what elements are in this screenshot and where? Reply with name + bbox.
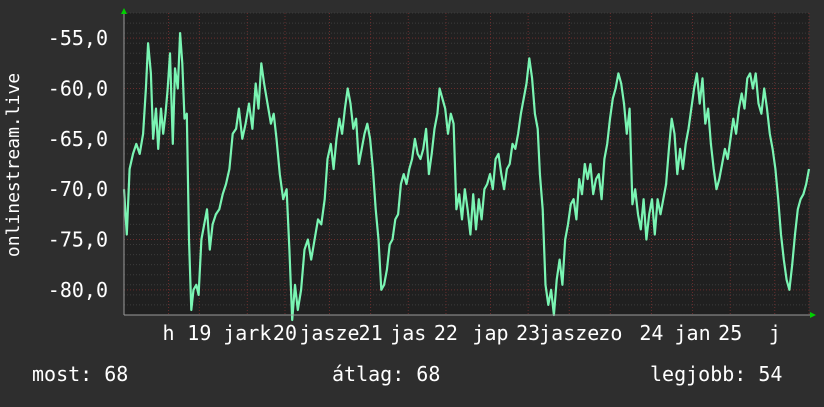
average-stat-label: átlag:	[332, 362, 405, 386]
current-stat: most: 68	[32, 362, 128, 386]
best-stat: legjobb: 54	[650, 362, 782, 386]
x-axis-ticks: h 19 jark 20 jasze21 jas 22 jap 23jaszezo 24 jan 25…	[163, 321, 781, 345]
y-axis-label: onlinestream.live	[3, 73, 24, 257]
y-tick-label: -70,0	[48, 177, 108, 201]
x-tick-label: 22	[434, 321, 458, 345]
x-tick-label: 24	[639, 321, 663, 345]
best-stat-value: 54	[758, 362, 783, 386]
x-tick-label: jas	[390, 321, 426, 345]
y-axis-ticks: -55,0 -60,0 -65,0 -70,0 -75,0 -80,0	[48, 26, 108, 302]
average-stat-value: 68	[416, 362, 441, 386]
average-stat: átlag: 68	[332, 362, 440, 386]
y-tick-label: -65,0	[48, 127, 108, 151]
x-tick-label: j	[769, 321, 781, 345]
best-stat-label: legjobb:	[650, 362, 747, 386]
x-tick-label: h	[163, 321, 175, 345]
x-tick-label: jasze	[539, 321, 599, 345]
x-tick-label: jap	[472, 321, 508, 345]
chart-container: -55,0 -60,0 -65,0 -70,0 -75,0 -80,0 h 19 jark 20…	[0, 0, 824, 402]
x-tick-label: 20	[273, 321, 297, 345]
x-tick-label: jark	[223, 321, 271, 345]
x-tick-label: jan	[674, 321, 710, 345]
y-tick-label: -55,0	[48, 26, 108, 50]
y-tick-label: -80,0	[48, 278, 108, 302]
x-axis-arrow-icon	[810, 312, 816, 318]
current-stat-value: 68	[104, 362, 129, 386]
x-tick-label: jasze	[299, 321, 359, 345]
y-tick-label: -75,0	[48, 228, 108, 252]
chart-svg: -55,0 -60,0 -65,0 -70,0 -75,0 -80,0 h 19 jark 20…	[3, 8, 816, 345]
x-tick-label: 21	[359, 321, 383, 345]
y-tick-label: -60,0	[48, 77, 108, 101]
x-tick-label: 25	[718, 321, 742, 345]
x-tick-label: zo	[598, 321, 622, 345]
x-tick-label: 19	[187, 321, 211, 345]
current-stat-label: most:	[32, 362, 93, 386]
y-axis-arrow-icon	[121, 8, 127, 14]
x-tick-label: 23	[516, 321, 540, 345]
